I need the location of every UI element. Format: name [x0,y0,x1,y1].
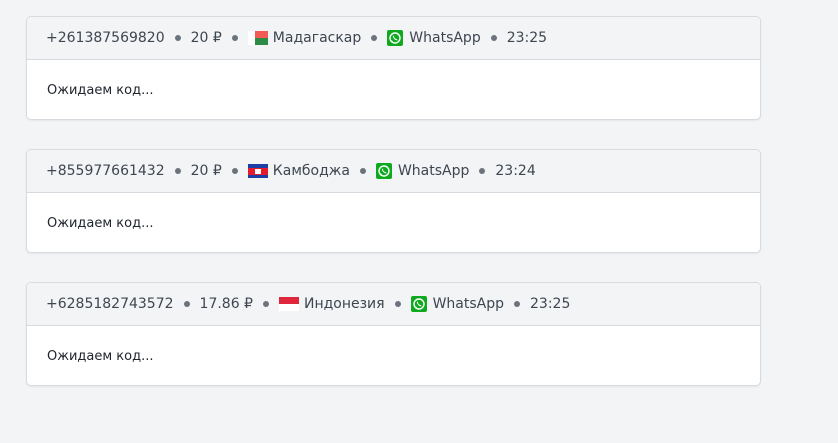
country-name: Камбоджа [272,163,350,179]
order-card-header: +6285182743572 17.86 ₽ Индонезия WhatsAp… [27,283,760,326]
separator-dot [174,35,181,41]
separator-dot [479,168,486,174]
order-card-body: Ожидаем код... [27,60,760,119]
service-name: WhatsApp [432,296,505,312]
separator-dot [359,168,366,174]
order-card[interactable]: +261387569820 20 ₽ Мадагаскар WhatsApp 2… [26,16,761,120]
country: Камбоджа [247,163,350,179]
order-time: 23:25 [506,30,548,46]
phone-number[interactable]: +855977661432 [46,163,165,179]
indonesia-flag-icon [278,297,299,311]
cambodia-flag-icon [247,164,268,178]
order-card[interactable]: +855977661432 20 ₽ Камбоджа WhatsApp 23:… [26,149,761,253]
madagascar-flag-icon [247,31,268,45]
phone-number[interactable]: +261387569820 [46,30,165,46]
service: WhatsApp [410,296,505,312]
separator-dot [394,301,401,307]
separator-dot [490,35,497,41]
separator-dot [514,301,521,307]
service-name: WhatsApp [397,163,470,179]
price: 17.86 ₽ [199,296,253,312]
separator-dot [174,168,181,174]
price: 20 ₽ [190,163,222,179]
order-card[interactable]: +6285182743572 17.86 ₽ Индонезия WhatsAp… [26,282,761,386]
separator-dot [371,35,378,41]
status-text: Ожидаем код... [47,215,154,231]
country: Индонезия [278,296,385,312]
order-card-body: Ожидаем код... [27,193,760,252]
service: WhatsApp [375,163,470,179]
whatsapp-icon [410,296,427,312]
order-time: 23:24 [495,163,536,179]
price: 20 ₽ [190,30,222,46]
status-text: Ожидаем код... [47,348,154,364]
status-text: Ожидаем код... [47,82,154,98]
orders-page: +261387569820 20 ₽ Мадагаскар WhatsApp 2… [0,0,838,443]
separator-dot [231,35,238,41]
whatsapp-icon [375,163,392,179]
order-card-header: +261387569820 20 ₽ Мадагаскар WhatsApp 2… [27,17,760,60]
service: WhatsApp [387,30,481,46]
phone-number[interactable]: +6285182743572 [46,296,174,312]
country: Мадагаскар [247,30,362,46]
order-time: 23:25 [530,296,571,312]
order-card-header: +855977661432 20 ₽ Камбоджа WhatsApp 23:… [27,150,760,193]
order-card-body: Ожидаем код... [27,326,760,385]
service-name: WhatsApp [409,30,481,46]
separator-dot [183,301,190,307]
separator-dot [231,168,238,174]
country-name: Мадагаскар [272,30,362,46]
country-name: Индонезия [303,296,385,312]
whatsapp-icon [387,30,404,46]
separator-dot [262,301,269,307]
